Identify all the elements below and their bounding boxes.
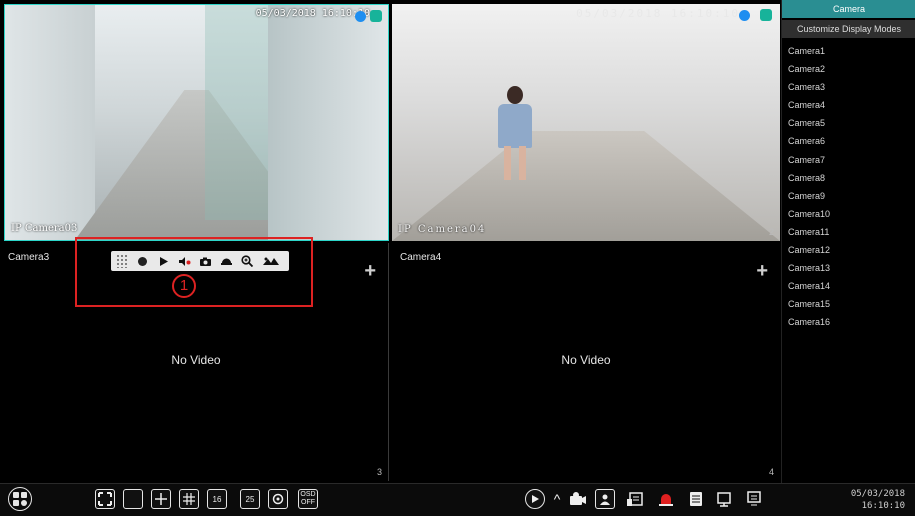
tile-camera-title: Camera3 [8,252,50,263]
single-screen-button[interactable] [123,489,143,509]
tile-number: 2 [768,227,774,237]
highlight-box [75,237,313,307]
tile-timestamp: 05/03/2018 16:10:10 [255,8,370,19]
manual-record-icon[interactable] [568,489,588,509]
camera-image-1 [5,5,388,240]
add-camera-icon[interactable]: + [756,261,768,281]
list-item[interactable]: Camera1 [782,42,915,60]
start-menu-button[interactable] [8,487,32,511]
alarm-status-icon [370,10,382,22]
fullscreen-button[interactable] [95,489,115,509]
person-figure [490,86,540,181]
video-tile-4[interactable]: Camera4 + No Video 4 [392,243,780,481]
nine-screen-button[interactable] [179,489,199,509]
tile-camera-title: Camera4 [400,252,442,263]
quad-screen-button[interactable] [151,489,171,509]
sequence-view-button[interactable] [268,489,288,509]
list-item[interactable]: Camera10 [782,205,915,223]
tile-number: 3 [376,467,382,477]
video-tile-2[interactable]: 05/03/2018 16:10:10 IP Camera04 2 [392,4,780,241]
bottom-toolbar: 16 25 OSD OFF ^ 05/03/2018 16:10:10 [0,483,915,516]
osd-toggle-button[interactable]: OSD OFF [298,489,318,509]
tab-camera[interactable]: Camera [782,0,915,18]
list-item[interactable]: Camera2 [782,60,915,78]
tile-timestamp: 05/03/2018 16:10:10 [576,7,740,20]
list-item[interactable]: Camera14 [782,277,915,295]
list-item[interactable]: Camera5 [782,114,915,132]
callout-number: 1 [172,274,196,298]
camera-image-2 [392,4,780,241]
main-menu-icon[interactable] [744,489,764,509]
osd-state: OFF [301,499,315,506]
network-icon[interactable] [714,489,734,509]
system-clock: 05/03/2018 16:10:10 [851,488,905,512]
clock-time: 16:10:10 [861,501,905,511]
osd-label: OSD [300,491,316,498]
list-item[interactable]: Camera15 [782,295,915,313]
list-item[interactable]: Camera13 [782,259,915,277]
list-item[interactable]: Camera9 [782,187,915,205]
camera-list: Camera1 Camera2 Camera3 Camera4 Camera5 … [782,42,915,332]
add-camera-icon[interactable]: + [364,261,376,281]
osd-camera-name: IP Camera03 [11,223,78,234]
tile-number: 4 [768,467,774,477]
list-item[interactable]: Camera4 [782,96,915,114]
chevron-up-icon[interactable]: ^ [547,489,567,509]
customize-display-modes-button[interactable]: Customize Display Modes [782,20,915,38]
camera-panel: Camera Customize Display Modes Camera1 C… [781,0,915,483]
list-item[interactable]: Camera6 [782,132,915,150]
list-item[interactable]: Camera7 [782,151,915,169]
video-tile-1[interactable]: 05/03/2018 16:10:10 IP Camera03 [4,4,389,241]
clock-date: 05/03/2018 [850,489,905,499]
list-item[interactable]: Camera8 [782,169,915,187]
custom-screen-button[interactable]: 25 [240,489,260,509]
list-item[interactable]: Camera12 [782,241,915,259]
no-video-label: No Video [171,353,221,367]
list-item[interactable]: Camera3 [782,78,915,96]
list-item[interactable]: Camera11 [782,223,915,241]
event-list-icon[interactable] [625,489,645,509]
record-status-icon [355,11,366,22]
disk-info-icon[interactable] [686,489,706,509]
sixteen-screen-button[interactable]: 16 [207,489,227,509]
list-item[interactable]: Camera16 [782,313,915,331]
alarm-status-icon [760,9,772,21]
playback-button[interactable] [525,489,545,509]
user-logout-icon[interactable] [595,489,615,509]
record-status-icon [739,10,750,21]
no-video-label: No Video [561,353,611,367]
osd-camera-name: IP Camera04 [398,224,487,235]
alarm-status-icon[interactable] [656,489,676,509]
